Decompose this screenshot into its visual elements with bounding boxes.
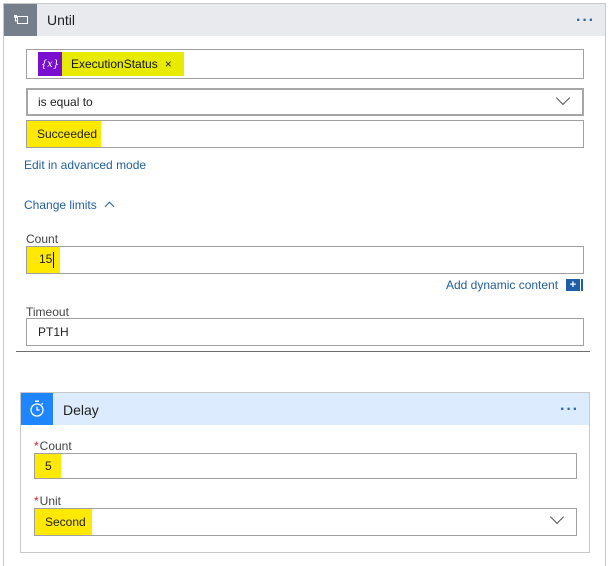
change-limits-link[interactable]: Change limits xyxy=(24,198,115,212)
delay-count-value: 5 xyxy=(45,459,52,473)
timeout-label: Timeout xyxy=(26,305,69,319)
delay-card-header[interactable]: Delay ··· xyxy=(21,393,589,425)
operator-value: is equal to xyxy=(38,95,93,109)
required-marker: * xyxy=(34,439,39,453)
variable-icon: {x} xyxy=(38,52,62,76)
until-loop-icon xyxy=(4,4,37,36)
token-label: ExecutionStatus xyxy=(71,57,158,71)
delay-action-card: Delay ··· *Count 5 *Unit Second xyxy=(20,392,590,553)
count-label: Count xyxy=(26,232,59,246)
until-card-header[interactable]: Until ··· xyxy=(4,4,605,36)
chevron-down-icon xyxy=(549,509,565,525)
until-more-options-button[interactable]: ··· xyxy=(576,13,595,29)
delay-unit-value: Second xyxy=(45,515,86,529)
delay-more-options-button[interactable]: ··· xyxy=(560,402,579,418)
delay-count-label: *Count xyxy=(34,439,72,453)
condition-value-text: Succeeded xyxy=(37,127,98,141)
timeout-value: PT1H xyxy=(38,325,69,339)
required-marker: * xyxy=(34,494,39,508)
condition-value-field[interactable]: Succeeded xyxy=(26,120,584,148)
edit-advanced-mode-link[interactable]: Edit in advanced mode xyxy=(24,158,146,172)
delay-unit-label: *Unit xyxy=(34,494,62,508)
section-divider xyxy=(16,351,590,352)
add-dynamic-content-bar xyxy=(581,279,583,291)
add-dynamic-content-link[interactable]: Add dynamic content xyxy=(446,278,558,292)
count-input[interactable]: 15 xyxy=(26,246,584,274)
chevron-up-icon xyxy=(104,201,115,212)
stopwatch-icon xyxy=(21,393,53,425)
condition-left-operand-field[interactable]: {x} ExecutionStatus × xyxy=(26,49,584,79)
timeout-input[interactable]: PT1H xyxy=(26,318,584,346)
delay-title: Delay xyxy=(63,402,99,418)
text-cursor xyxy=(53,252,55,268)
count-value: 15 xyxy=(39,252,55,268)
change-limits-label: Change limits xyxy=(24,198,97,212)
dynamic-content-token[interactable]: {x} ExecutionStatus × xyxy=(38,52,184,76)
delay-count-input[interactable]: 5 xyxy=(34,453,577,479)
add-dynamic-content-plus-icon[interactable]: + xyxy=(566,279,580,291)
until-title: Until xyxy=(47,12,76,28)
token-remove-icon[interactable]: × xyxy=(165,57,172,71)
delay-unit-select[interactable]: Second xyxy=(34,508,577,536)
chevron-down-icon xyxy=(555,90,571,106)
condition-operator-select[interactable]: is equal to xyxy=(26,88,584,116)
